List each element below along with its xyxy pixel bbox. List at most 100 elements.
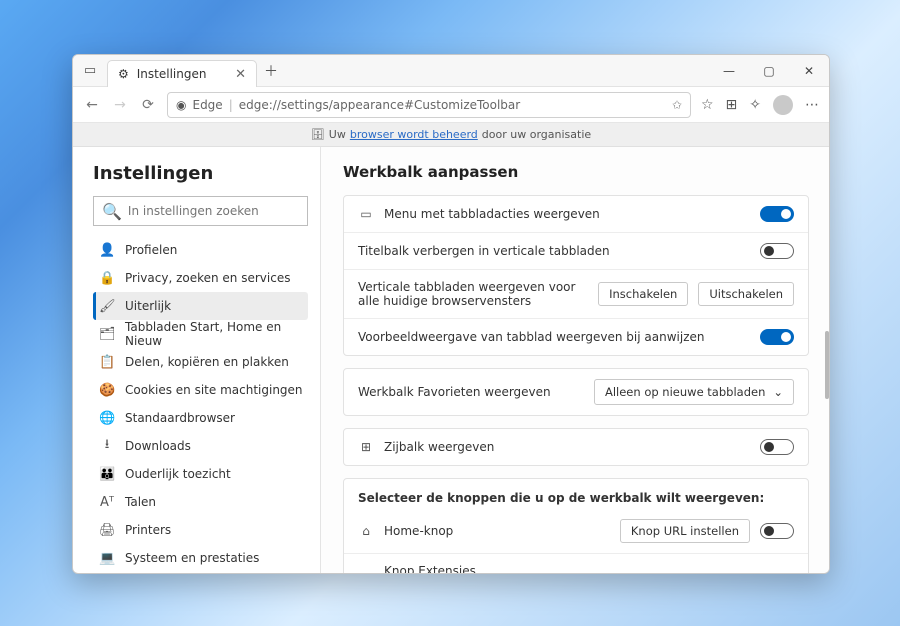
row-label: Werkbalk Favorieten weergeven — [358, 385, 551, 399]
collections-icon[interactable]: ⊞ — [726, 97, 738, 113]
section-title: Selecteer de knoppen die u op de werkbal… — [344, 479, 808, 509]
setting-row: ▭ Menu met tabbladacties weergeven — [344, 196, 808, 233]
url-prefix: Edge — [192, 98, 222, 112]
sidebar-item-8[interactable]: 👪 Ouderlijk toezicht — [93, 460, 308, 488]
close-tab-icon[interactable]: ✕ — [235, 67, 246, 82]
sidebar-item-label: Uiterlijk — [125, 299, 171, 313]
toggle[interactable] — [760, 243, 794, 259]
sidebar-item-label: Talen — [125, 495, 156, 509]
browser-window: ▭ ⚙ Instellingen ✕ ＋ — ▢ ✕ ← → ⟳ ◉ Edge … — [72, 54, 830, 574]
sidebar-item-label: Ouderlijk toezicht — [125, 467, 231, 481]
sidebar-item-6[interactable]: 🌐Standaardbrowser — [93, 404, 308, 432]
gear-icon: ⚙ — [118, 67, 129, 81]
sidebar-item-icon: 🍪 — [99, 383, 115, 398]
sidebar-item-10[interactable]: 🖨 Printers — [93, 516, 308, 544]
setting-row: ✧Knop ExtensiesDe knop Extensies wordt a… — [344, 554, 808, 573]
setting-row: ⊞ Zijbalk weergeven — [344, 429, 808, 465]
favorites-icon[interactable]: ☆ — [701, 97, 714, 113]
scrollbar[interactable] — [825, 331, 829, 399]
sidebar-title: Instellingen — [93, 163, 308, 184]
sidebar-item-3[interactable]: 🗂 Tabbladen Start, Home en Nieuw — [93, 320, 308, 348]
sidebar-item-4[interactable]: 📋 Delen, kopiëren en plakken — [93, 348, 308, 376]
sidebar-item-icon: 🖌 — [99, 299, 115, 314]
row-label: Titelbalk verbergen in verticale tabblad… — [358, 244, 610, 258]
sidebar-item-12[interactable]: ↺Instellingen opnieuw instellen — [93, 572, 308, 573]
row-label: Zijbalk weergeven — [384, 440, 494, 454]
tab-actions-icon[interactable]: ▭ — [73, 55, 107, 86]
button[interactable]: Uitschakelen — [698, 282, 794, 306]
sidebar-item-icon: 🌐 — [99, 411, 115, 426]
minimize-button[interactable]: — — [709, 55, 749, 86]
favorite-icon[interactable]: ✩ — [672, 98, 682, 112]
edge-icon: ◉ — [176, 98, 186, 112]
sidebar-item-2[interactable]: 🖌 Uiterlijk — [93, 292, 308, 320]
sidebar-item-label: Downloads — [125, 439, 191, 453]
row-icon: ▭ — [358, 207, 374, 221]
row-label: Home-knop — [384, 524, 453, 538]
window-controls: — ▢ ✕ — [709, 55, 829, 86]
card-sidebar-toggle: ⊞ Zijbalk weergeven — [343, 428, 809, 466]
sidebar-item-1[interactable]: 🔒 Privacy, zoeken en services — [93, 264, 308, 292]
url-box[interactable]: ◉ Edge | edge://settings/appearance#Cust… — [167, 92, 691, 118]
search-box[interactable]: 🔍 — [93, 196, 308, 226]
sidebar-item-label: Tabbladen Start, Home en Nieuw — [125, 320, 308, 348]
tab-settings[interactable]: ⚙ Instellingen ✕ — [107, 60, 257, 87]
sidebar-item-9[interactable]: Aᵀ Talen — [93, 488, 308, 516]
search-icon: 🔍 — [102, 202, 122, 221]
sidebar-item-icon: 📋 — [99, 355, 115, 370]
sidebar-item-icon: 🗂 — [99, 327, 115, 342]
toggle[interactable] — [760, 523, 794, 539]
sidebar-item-5[interactable]: 🍪Cookies en site machtigingen — [93, 376, 308, 404]
row-icon: ⊞ — [358, 440, 374, 454]
more-menu-icon[interactable]: ⋯ — [805, 97, 819, 113]
sidebar-item-icon: 👪 — [99, 467, 115, 482]
content: Instellingen 🔍 👤 Profielen 🔒 Privacy, zoeke… — [73, 147, 829, 573]
select[interactable]: Alleen op nieuwe tabbladen⌄ — [594, 379, 794, 405]
address-bar: ← → ⟳ ◉ Edge | edge://settings/appearanc… — [73, 87, 829, 123]
sidebar-item-label: Privacy, zoeken en services — [125, 271, 290, 285]
sidebar-item-7[interactable]: ⭳ Downloads — [93, 432, 308, 460]
sidebar-item-icon: 👤 — [99, 243, 115, 258]
sidebar-item-label: Profielen — [125, 243, 177, 257]
button[interactable]: Knop URL instellen — [620, 519, 750, 543]
sidebar-item-icon: 🖨 — [99, 523, 115, 538]
row-label: Voorbeeldweergave van tabblad weergeven … — [358, 330, 704, 344]
back-button[interactable]: ← — [83, 97, 101, 113]
setting-row: Titelbalk verbergen in verticale tabblad… — [344, 233, 808, 270]
row-label: Menu met tabbladacties weergeven — [384, 207, 600, 221]
main-heading: Werkbalk aanpassen — [343, 163, 809, 181]
setting-row: ⌂ Home-knop Knop URL instellen — [344, 509, 808, 554]
briefcase-icon: 🗄 — [311, 128, 325, 141]
extensions-icon[interactable]: ✧ — [749, 97, 761, 113]
toggle[interactable] — [760, 206, 794, 222]
new-tab-button[interactable]: ＋ — [257, 55, 285, 86]
sidebar-item-icon: ⭳ — [99, 435, 115, 457]
card-favorites-bar: Werkbalk Favorieten weergeven Alleen op n… — [343, 368, 809, 416]
chevron-down-icon: ⌄ — [773, 385, 783, 399]
sidebar-menu: 👤 Profielen 🔒 Privacy, zoeken en services 🖌 U… — [93, 236, 308, 573]
titlebar: ▭ ⚙ Instellingen ✕ ＋ — ▢ ✕ — [73, 55, 829, 87]
sidebar-item-0[interactable]: 👤 Profielen — [93, 236, 308, 264]
close-window-button[interactable]: ✕ — [789, 55, 829, 86]
button[interactable]: Inschakelen — [598, 282, 688, 306]
sidebar-item-icon: 🔒 — [99, 271, 115, 286]
refresh-button[interactable]: ⟳ — [139, 97, 157, 113]
profile-avatar[interactable] — [773, 95, 793, 115]
managed-link[interactable]: browser wordt beheerd — [350, 128, 478, 141]
sidebar-item-label: Delen, kopiëren en plakken — [125, 355, 289, 369]
maximize-button[interactable]: ▢ — [749, 55, 789, 86]
managed-infobar: 🗄 Uw browser wordt beheerd door uw organ… — [73, 123, 829, 147]
row-label: Verticale tabbladen weergeven voor alle … — [358, 280, 575, 308]
sidebar-item-label: Printers — [125, 523, 171, 537]
toggle[interactable] — [760, 329, 794, 345]
main-panel: Werkbalk aanpassen ▭ Menu met tabbladacti… — [321, 147, 829, 573]
toggle[interactable] — [760, 439, 794, 455]
sidebar-item-11[interactable]: 💻Systeem en prestaties — [93, 544, 308, 572]
url-path: edge://settings/appearance#CustomizeTool… — [239, 98, 520, 112]
sidebar: Instellingen 🔍 👤 Profielen 🔒 Privacy, zoeke… — [73, 147, 321, 573]
row-label: Knop Extensies — [384, 564, 476, 573]
sidebar-item-icon: Aᵀ — [99, 495, 115, 510]
row-icon: ⌂ — [358, 524, 374, 538]
forward-button: → — [111, 97, 129, 113]
search-input[interactable] — [128, 204, 299, 218]
